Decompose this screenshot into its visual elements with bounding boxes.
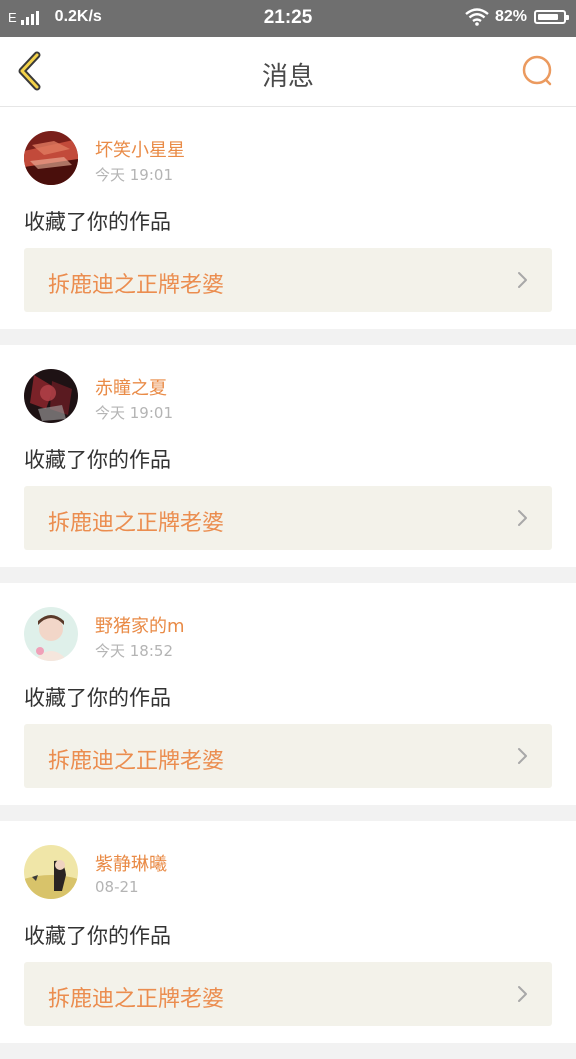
- status-bar: E 0.2K/s 21:25 82%: [0, 0, 576, 37]
- message-card: 紫静琳曦 08-21 收藏了你的作品 拆鹿迪之正牌老婆: [0, 821, 576, 1043]
- work-link[interactable]: 拆鹿迪之正牌老婆: [24, 248, 552, 312]
- user-name[interactable]: 紫静琳曦: [95, 850, 167, 876]
- avatar[interactable]: [24, 845, 78, 899]
- status-right: 82%: [465, 8, 569, 26]
- battery-percent: 82%: [494, 8, 527, 25]
- message-time: 今天 19:01: [95, 404, 173, 422]
- search-icon: [522, 55, 552, 86]
- chevron-right-icon: [518, 510, 527, 526]
- page-title: 消息: [261, 62, 314, 92]
- message-card: 野猪家的m 今天 18:52 收藏了你的作品 拆鹿迪之正牌老婆: [0, 583, 576, 805]
- user-name[interactable]: 野猪家的m: [95, 612, 185, 638]
- work-link[interactable]: 拆鹿迪之正牌老婆: [24, 486, 552, 550]
- user-name[interactable]: 赤瞳之夏: [95, 374, 167, 400]
- message-list: 坏笑小星星 今天 19:01 收藏了你的作品 拆鹿迪之正牌老婆 赤瞳之夏 今天 …: [0, 107, 576, 1059]
- message-time: 今天 19:01: [95, 166, 173, 184]
- avatar[interactable]: [24, 131, 78, 185]
- user-name[interactable]: 坏笑小星星: [95, 136, 185, 162]
- work-title: 拆鹿迪之正牌老婆: [48, 273, 225, 298]
- message-action: 收藏了你的作品: [24, 924, 171, 948]
- battery-fill: [538, 14, 558, 20]
- avatar[interactable]: [24, 607, 78, 661]
- work-title: 拆鹿迪之正牌老婆: [48, 987, 225, 1012]
- chevron-right-icon: [518, 272, 527, 288]
- search-button[interactable]: [520, 53, 556, 89]
- chevron-right-icon: [518, 748, 527, 764]
- message-action: 收藏了你的作品: [24, 686, 171, 710]
- message-time: 08-21: [95, 878, 139, 896]
- work-link[interactable]: 拆鹿迪之正牌老婆: [24, 724, 552, 788]
- message-action: 收藏了你的作品: [24, 448, 171, 472]
- nav-bar: 消息: [0, 37, 576, 107]
- wifi-icon: [465, 8, 489, 26]
- work-link[interactable]: 拆鹿迪之正牌老婆: [24, 962, 552, 1026]
- chevron-right-icon: [518, 986, 527, 1002]
- work-title: 拆鹿迪之正牌老婆: [48, 511, 225, 536]
- battery-icon: [534, 10, 569, 24]
- work-title: 拆鹿迪之正牌老婆: [48, 749, 225, 774]
- message-action: 收藏了你的作品: [24, 210, 171, 234]
- message-card: 坏笑小星星 今天 19:01 收藏了你的作品 拆鹿迪之正牌老婆: [0, 107, 576, 329]
- message-card: 赤瞳之夏 今天 19:01 收藏了你的作品 拆鹿迪之正牌老婆: [0, 345, 576, 567]
- avatar[interactable]: [24, 369, 78, 423]
- message-time: 今天 18:52: [95, 642, 173, 660]
